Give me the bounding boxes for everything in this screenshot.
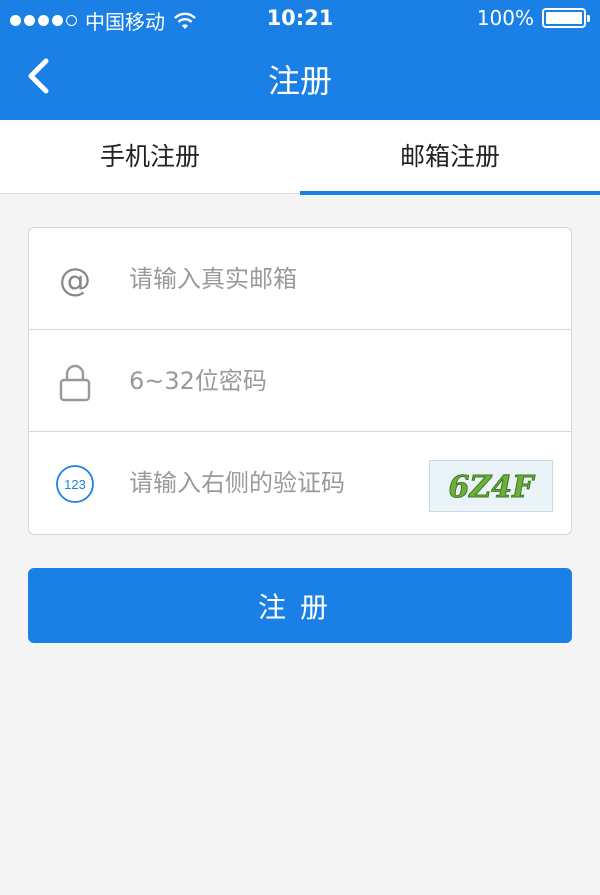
password-input[interactable]	[129, 356, 549, 406]
email-input[interactable]	[129, 254, 549, 304]
tab-email-register[interactable]: 邮箱注册	[300, 120, 600, 195]
email-row: @	[29, 228, 571, 330]
captcha-input[interactable]	[129, 458, 419, 508]
app-header: 中国移动 10:21 100% 注册	[0, 0, 600, 120]
register-tabs: 手机注册 邮箱注册	[0, 120, 600, 195]
lock-icon	[55, 362, 95, 402]
register-button[interactable]: 注册	[28, 568, 572, 643]
captcha-row: 123 6Z4F	[29, 432, 571, 534]
register-form: @ 123 6Z4F	[28, 227, 572, 535]
tab-phone-register[interactable]: 手机注册	[0, 120, 300, 194]
status-right: 100%	[476, 6, 590, 30]
number-123-label: 123	[64, 477, 86, 492]
captcha-text: 6Z4F	[449, 470, 537, 505]
at-icon: @	[59, 261, 91, 299]
battery-icon	[542, 8, 590, 28]
number-123-icon: 123	[55, 464, 95, 504]
status-bar: 中国移动 10:21 100%	[0, 0, 600, 38]
page-title: 注册	[267, 62, 332, 100]
password-row	[29, 330, 571, 432]
battery-percent: 100%	[476, 6, 534, 30]
captcha-image[interactable]: 6Z4F	[429, 460, 553, 512]
